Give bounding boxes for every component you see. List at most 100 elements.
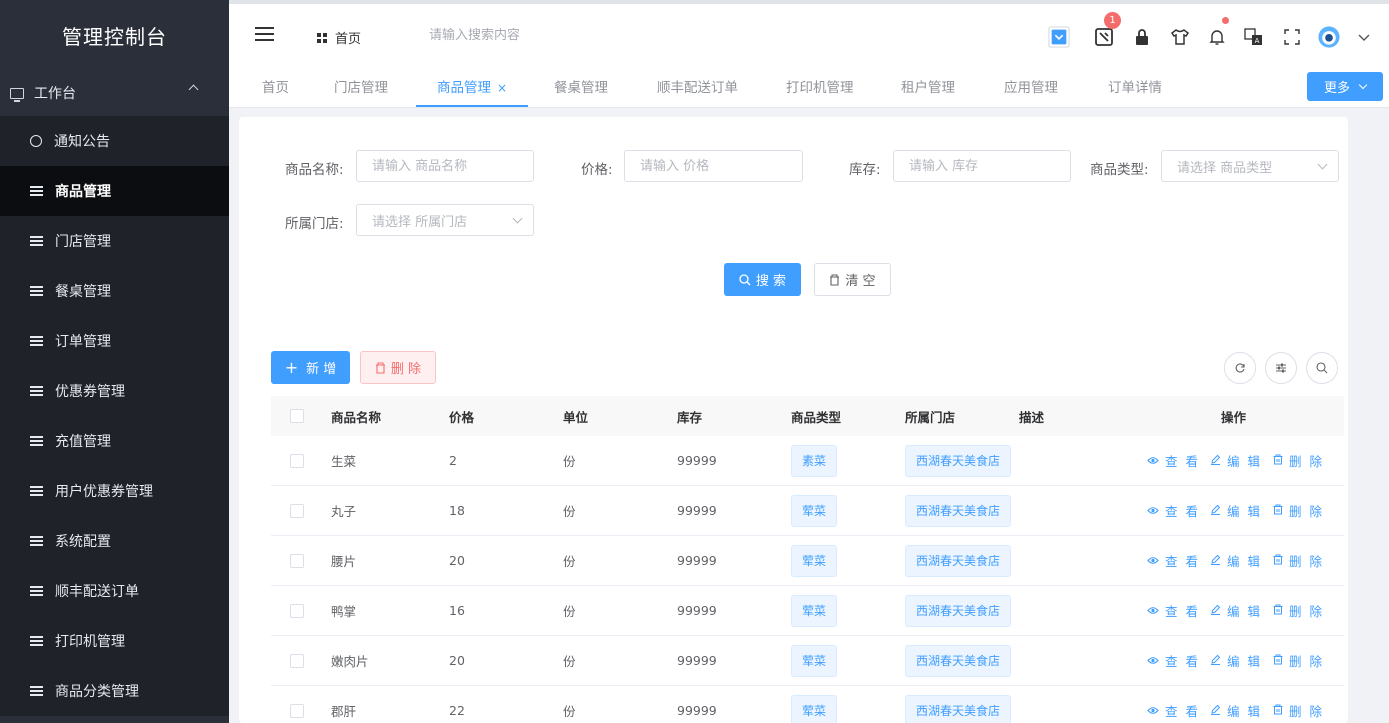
refresh-button[interactable] <box>1224 352 1256 384</box>
breadcrumb[interactable]: 首页 <box>317 28 361 47</box>
sidebar-item[interactable]: 用户优惠券管理 <box>0 466 229 516</box>
edit-action[interactable]: 编 辑 <box>1210 651 1262 670</box>
sidebar-item[interactable]: 打印机管理 <box>0 616 229 666</box>
bell-icon[interactable] <box>1206 17 1229 48</box>
delete-action[interactable]: 删 除 <box>1273 451 1324 470</box>
cell-name: 鸭掌 <box>331 604 357 619</box>
type-tag: 荤菜 <box>791 495 838 527</box>
cell-name: 嫩肉片 <box>331 654 369 669</box>
layout-toggle-icon[interactable] <box>1048 26 1070 48</box>
price-input[interactable] <box>624 150 803 182</box>
sidebar-item[interactable]: 充值管理 <box>0 416 229 466</box>
fullscreen-icon[interactable] <box>1281 26 1303 48</box>
plus-icon: + <box>284 358 299 377</box>
row-checkbox[interactable] <box>290 604 304 618</box>
edit-action[interactable]: 编 辑 <box>1210 501 1262 520</box>
search-icon <box>739 273 751 285</box>
tool-icon[interactable]: 1 <box>1093 12 1121 48</box>
tab[interactable]: 租户管理 <box>901 68 955 108</box>
edit-action[interactable]: 编 辑 <box>1210 551 1262 570</box>
list-icon <box>30 236 43 246</box>
hamburger-icon[interactable] <box>255 26 274 42</box>
tab[interactable]: 打印机管理 <box>786 68 854 108</box>
tab[interactable]: 应用管理 <box>1004 68 1058 108</box>
add-button[interactable]: + 新 增 <box>271 351 350 384</box>
trash-icon <box>1273 503 1289 518</box>
view-action[interactable]: 查 看 <box>1147 701 1200 720</box>
delete-label: 删 除 <box>1289 504 1324 519</box>
edit-action[interactable]: 编 辑 <box>1210 601 1262 620</box>
sidebar-item[interactable]: 顺丰配送订单 <box>0 566 229 616</box>
store-select[interactable]: 请选择 所属门店 <box>356 204 534 236</box>
row-checkbox[interactable] <box>290 454 304 468</box>
cell-name: 生菜 <box>331 454 357 469</box>
column-settings-button[interactable] <box>1265 352 1297 384</box>
theme-shirt-icon[interactable] <box>1169 26 1191 48</box>
edit-label: 编 辑 <box>1227 704 1262 719</box>
edit-action[interactable]: 编 辑 <box>1210 451 1262 470</box>
tab-label: 餐桌管理 <box>554 80 608 96</box>
sidebar-item-label: 优惠券管理 <box>55 384 125 400</box>
tab[interactable]: 首页 <box>262 68 289 108</box>
view-action[interactable]: 查 看 <box>1147 651 1200 670</box>
delete-action[interactable]: 删 除 <box>1273 501 1324 520</box>
delete-action[interactable]: 删 除 <box>1273 701 1324 720</box>
user-avatar[interactable] <box>1318 26 1340 48</box>
stock-input[interactable] <box>893 150 1071 182</box>
clear-button[interactable]: 清 空 <box>814 263 891 296</box>
lock-icon[interactable] <box>1131 26 1153 48</box>
eye-icon <box>1147 453 1165 468</box>
tab-label: 打印机管理 <box>786 80 854 96</box>
batch-delete-button[interactable]: 删 除 <box>360 351 436 384</box>
row-checkbox[interactable] <box>290 554 304 568</box>
list-icon <box>30 536 43 546</box>
trash-icon <box>375 361 385 374</box>
product-type-select[interactable]: 请选择 商品类型 <box>1161 150 1339 182</box>
tab-label: 租户管理 <box>901 80 955 96</box>
search-button[interactable]: 搜 索 <box>724 263 801 296</box>
product-name-input[interactable] <box>356 150 534 182</box>
sidebar-item-label: 打印机管理 <box>55 634 125 650</box>
top-header: 首页 1 A <box>229 0 1389 68</box>
tab[interactable]: 订单详情 <box>1108 68 1162 108</box>
select-all-checkbox[interactable] <box>290 409 304 423</box>
sidebar-group-workbench[interactable]: 工作台 <box>0 70 229 116</box>
sidebar-item[interactable]: 商品分类管理 <box>0 666 229 716</box>
view-action[interactable]: 查 看 <box>1147 551 1200 570</box>
delete-action[interactable]: 删 除 <box>1273 651 1324 670</box>
close-icon[interactable]: × <box>497 81 507 95</box>
col-header-actions: 操作 <box>1221 409 1247 425</box>
view-action[interactable]: 查 看 <box>1147 601 1200 620</box>
tab[interactable]: 门店管理 <box>334 68 388 108</box>
sidebar-item[interactable]: 商品管理 <box>0 166 229 216</box>
delete-action[interactable]: 删 除 <box>1273 551 1324 570</box>
view-action[interactable]: 查 看 <box>1147 451 1200 470</box>
cell-price: 20 <box>449 553 465 568</box>
edit-icon <box>1210 453 1227 468</box>
more-tabs-button[interactable]: 更多 <box>1307 72 1383 101</box>
sidebar-item[interactable]: 通知公告 <box>0 116 229 166</box>
edit-action[interactable]: 编 辑 <box>1210 701 1262 720</box>
row-checkbox[interactable] <box>290 654 304 668</box>
toggle-search-button[interactable] <box>1306 352 1338 384</box>
delete-action[interactable]: 删 除 <box>1273 601 1324 620</box>
trash-icon <box>1273 553 1289 568</box>
header-search-input[interactable] <box>429 28 589 43</box>
tab[interactable]: 餐桌管理 <box>554 68 608 108</box>
cell-stock: 99999 <box>677 603 717 618</box>
row-checkbox[interactable] <box>290 504 304 518</box>
view-action[interactable]: 查 看 <box>1147 501 1200 520</box>
translate-icon[interactable]: A <box>1243 26 1265 48</box>
row-checkbox[interactable] <box>290 704 304 718</box>
sidebar-item[interactable]: 订单管理 <box>0 316 229 366</box>
tab[interactable]: 商品管理 × <box>415 68 529 108</box>
chevron-down-icon[interactable] <box>1353 26 1375 48</box>
sidebar-item[interactable]: 门店管理 <box>0 216 229 266</box>
sidebar-item[interactable]: 餐桌管理 <box>0 266 229 316</box>
eye-icon <box>1147 603 1165 618</box>
store-tag: 西湖春天美食店 <box>905 595 1012 627</box>
tab[interactable]: 顺丰配送订单 <box>657 68 738 108</box>
store-tag: 西湖春天美食店 <box>905 445 1012 477</box>
sidebar-item[interactable]: 优惠券管理 <box>0 366 229 416</box>
sidebar-item[interactable]: 系统配置 <box>0 516 229 566</box>
